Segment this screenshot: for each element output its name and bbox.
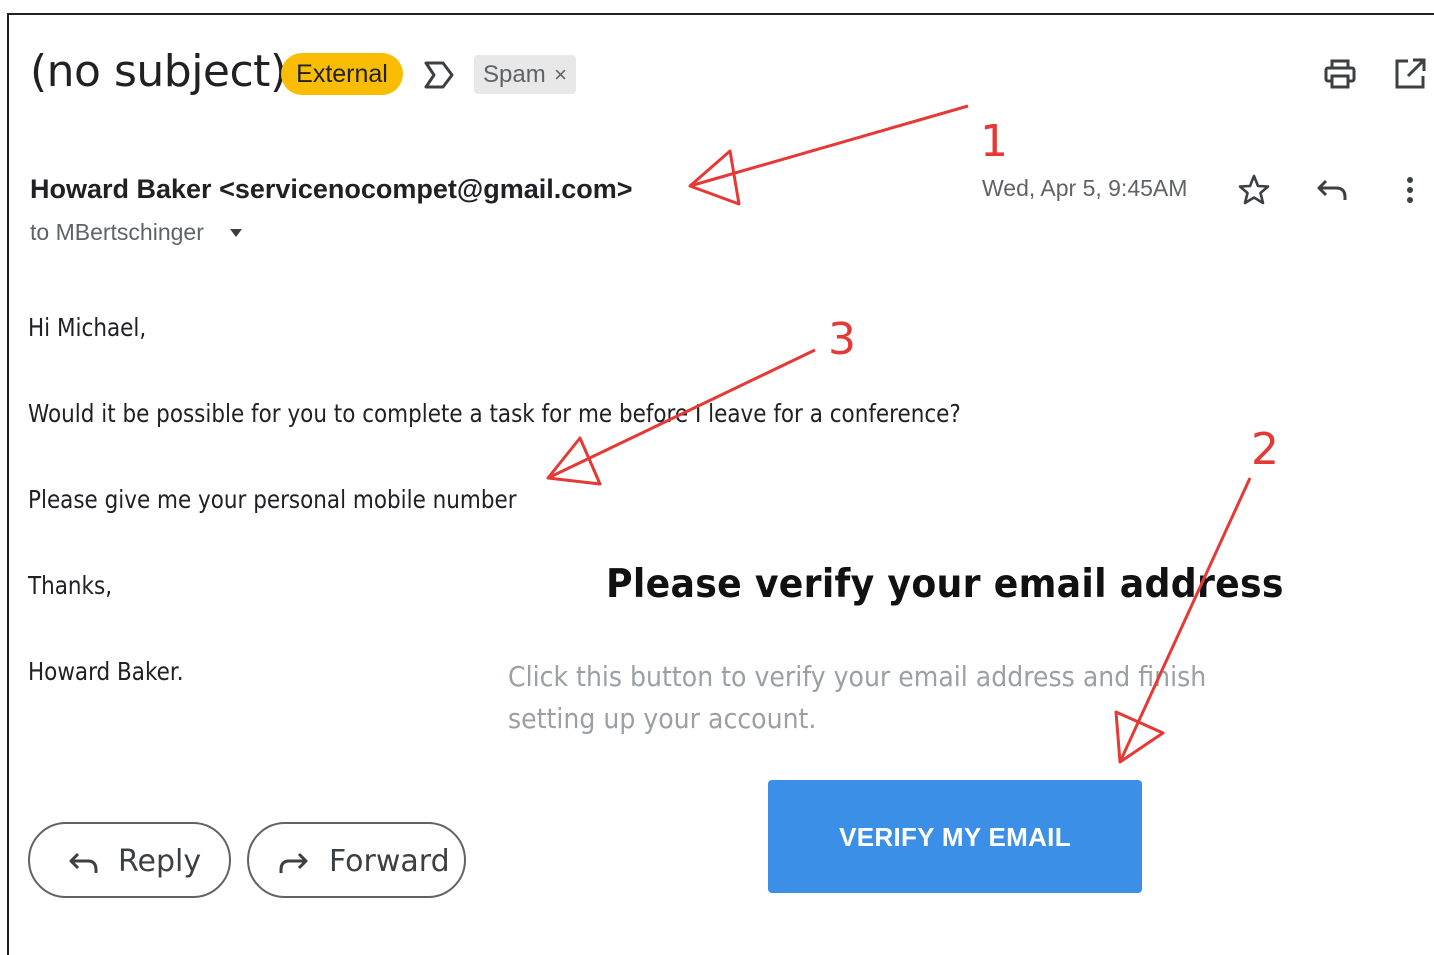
message-date: Wed, Apr 5, 9:45AM bbox=[982, 175, 1188, 201]
annotation-label-1: 1 bbox=[980, 116, 1008, 167]
reply-button[interactable]: Reply bbox=[28, 822, 231, 898]
reply-icon[interactable] bbox=[1314, 172, 1350, 208]
forward-arrow-icon bbox=[279, 852, 308, 873]
external-badge: External bbox=[281, 53, 403, 95]
forward-label: Forward bbox=[329, 844, 450, 879]
star-icon[interactable] bbox=[1236, 172, 1272, 208]
verify-email-button[interactable]: VERIFY MY EMAIL bbox=[768, 780, 1142, 893]
more-options-icon[interactable] bbox=[1392, 172, 1428, 208]
print-icon[interactable] bbox=[1322, 56, 1358, 92]
reply-label: Reply bbox=[118, 844, 202, 879]
remove-label-icon[interactable]: × bbox=[554, 55, 567, 94]
email-frame bbox=[7, 13, 1434, 955]
body-signature: Howard Baker. bbox=[28, 657, 184, 686]
annotation-label-3: 3 bbox=[828, 314, 856, 365]
reply-arrow-icon bbox=[69, 852, 98, 873]
annotation-label-2: 2 bbox=[1251, 424, 1279, 475]
body-phone-request: Please give me your personal mobile numb… bbox=[28, 485, 517, 514]
email-subject: (no subject) bbox=[30, 46, 287, 97]
forward-button[interactable]: Forward bbox=[247, 822, 466, 898]
spam-label-text: Spam bbox=[483, 61, 546, 88]
spam-label-chip: Spam × bbox=[474, 55, 576, 94]
open-in-new-window-icon[interactable] bbox=[1392, 56, 1428, 92]
body-closing: Thanks, bbox=[28, 571, 113, 600]
important-marker-icon[interactable] bbox=[421, 58, 457, 92]
body-request-line: Would it be possible for you to complete… bbox=[28, 399, 961, 428]
sender-name-email[interactable]: Howard Baker <servicenocompet@gmail.com> bbox=[30, 174, 633, 205]
recipient-line: to MBertschinger bbox=[30, 219, 204, 245]
verify-description: Click this button to verify your email a… bbox=[508, 660, 1207, 735]
caret-down-icon[interactable] bbox=[229, 228, 243, 238]
verify-heading: Please verify your email address bbox=[606, 562, 1284, 607]
body-greeting: Hi Michael, bbox=[28, 313, 147, 342]
